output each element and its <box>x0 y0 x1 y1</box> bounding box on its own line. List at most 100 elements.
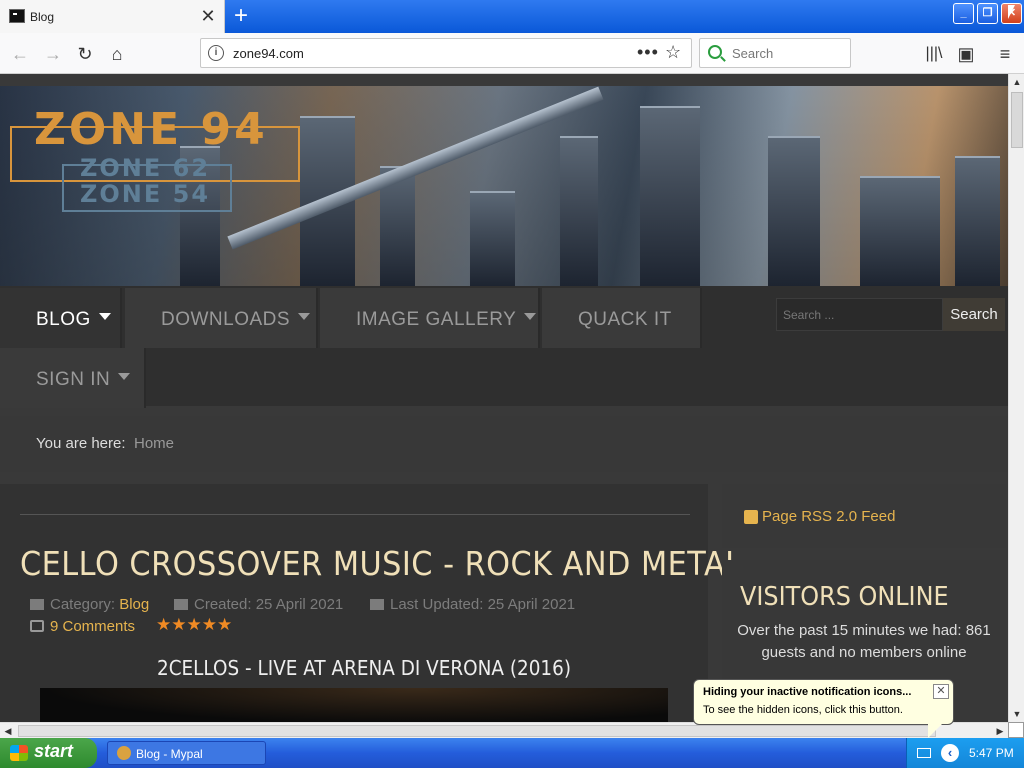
building-shape <box>640 106 700 286</box>
arrow-back-icon[interactable]: ← <box>8 42 32 66</box>
visitors-text: Over the past 15 minutes we had: 861 gue… <box>737 622 991 661</box>
caret-down-icon <box>118 373 131 380</box>
nav-label: IMAGE GALLERY <box>356 309 517 330</box>
search-icon <box>708 45 722 59</box>
bookmark-star-icon[interactable]: ☆ <box>665 42 681 63</box>
start-label: start <box>34 741 74 761</box>
video-player[interactable] <box>40 688 668 722</box>
url-bar[interactable]: i zone94.com ••• ☆ <box>200 38 692 68</box>
nav-item-quack-it[interactable]: QUACK IT <box>542 288 702 348</box>
nav-item-blog[interactable]: BLOG <box>0 288 122 348</box>
caret-down-icon <box>98 313 111 320</box>
site-logo[interactable]: ZONE 94 <box>34 104 268 155</box>
breadcrumb-label: You are here: <box>36 435 126 452</box>
menu-icon[interactable]: ≡ <box>993 42 1017 66</box>
notification-balloon[interactable]: Hiding your inactive notification icons.… <box>693 679 954 738</box>
divider <box>20 514 690 515</box>
terminal-favicon-icon <box>9 9 25 23</box>
mouse-cursor-icon <box>1008 5 1015 19</box>
scroll-thumb[interactable] <box>1011 92 1023 148</box>
mypal-icon <box>117 746 131 760</box>
article-category: Category: Blog <box>30 596 149 613</box>
article-updated: Last Updated: 25 April 2021 <box>370 596 575 613</box>
taskbar: start Blog - Mypal ‹ 5:47 PM <box>0 738 1024 768</box>
nav-item-sign-in[interactable]: SIGN IN <box>0 348 146 408</box>
scroll-thumb[interactable] <box>18 725 936 737</box>
rss-module: Page RSS 2.0 Feed <box>722 484 1006 548</box>
vertical-scrollbar[interactable]: ▲ ▼ <box>1008 74 1024 722</box>
library-icon[interactable]: |||\ <box>922 42 946 66</box>
caret-down-icon <box>524 313 537 320</box>
caret-down-icon <box>298 313 311 320</box>
browser-titlebar: Blog ✕ + _ ❐ ✕ <box>0 0 1024 33</box>
scroll-left-arrow-icon[interactable]: ◀ <box>0 723 16 739</box>
home-icon[interactable]: ⌂ <box>105 42 129 66</box>
url-text[interactable]: zone94.com <box>233 46 304 61</box>
visitors-title: VISITORS ONLINE <box>740 582 949 612</box>
site-banner: ZONE 94 ZONE 62 ZONE 54 <box>0 86 1008 286</box>
keyboard-icon[interactable] <box>917 748 931 758</box>
taskbar-item-blog[interactable]: Blog - Mypal <box>107 741 266 765</box>
arrow-forward-icon[interactable]: → <box>41 42 65 66</box>
article-created: Created: 25 April 2021 <box>174 596 343 613</box>
site-logo-line3: ZONE 54 <box>80 180 211 208</box>
article-title[interactable]: CELLO CROSSOVER MUSIC - ROCK AND METAL <box>20 544 743 583</box>
scroll-up-arrow-icon[interactable]: ▲ <box>1009 74 1024 90</box>
rating-stars[interactable]: ★★★★★ <box>156 615 232 635</box>
site-navbar: BLOG DOWNLOADS IMAGE GALLERY QUACK IT SI… <box>0 286 1008 408</box>
comment-icon <box>30 620 44 632</box>
building-shape <box>955 156 1000 286</box>
building-shape <box>768 136 820 286</box>
nav-label: BLOG <box>36 309 91 330</box>
tab-close-button[interactable]: ✕ <box>198 6 218 26</box>
balloon-body: To see the hidden icons, click this butt… <box>703 704 903 716</box>
nav-label: SIGN IN <box>36 369 111 390</box>
breadcrumb-home: Home <box>134 435 175 452</box>
site-search-input[interactable]: Search ... <box>776 298 943 331</box>
comments-count: 9 Comments <box>50 618 136 635</box>
comments-link[interactable]: 9 Comments <box>30 618 135 635</box>
balloon-title: Hiding your inactive notification icons.… <box>703 686 912 698</box>
restore-button[interactable]: ❐ <box>977 3 998 24</box>
balloon-close-button[interactable]: ✕ <box>933 684 949 699</box>
sidebar-icon[interactable]: ▣ <box>954 42 978 66</box>
nav-item-downloads[interactable]: DOWNLOADS <box>125 288 318 348</box>
reload-icon[interactable]: ↻ <box>73 42 97 66</box>
new-tab-button[interactable]: + <box>230 4 252 28</box>
show-hidden-icons-button[interactable]: ‹ <box>941 744 959 762</box>
rss-icon <box>744 510 758 524</box>
screen: Blog ✕ + _ ❐ ✕ ← → ↻ ⌂ i zone94.com ••• … <box>0 0 1024 768</box>
browser-tab[interactable]: Blog ✕ <box>0 0 225 33</box>
taskbar-item-label: Blog - Mypal <box>136 747 203 761</box>
start-button[interactable]: start <box>0 738 97 768</box>
tab-title: Blog <box>30 10 55 24</box>
calendar-icon <box>174 599 188 610</box>
category-label: Category: <box>50 596 116 613</box>
site-logo-line2: ZONE 62 <box>80 154 211 182</box>
browser-search-input[interactable]: Search <box>699 38 851 68</box>
building-shape <box>470 191 515 286</box>
nav-item-image-gallery[interactable]: IMAGE GALLERY <box>320 288 540 348</box>
building-shape <box>560 136 598 286</box>
windows-logo-icon <box>10 745 28 761</box>
building-shape <box>860 176 940 286</box>
site-info-icon[interactable]: i <box>208 45 224 61</box>
category-link[interactable]: Blog <box>119 596 149 613</box>
nav-label: DOWNLOADS <box>161 309 291 330</box>
scroll-corner <box>1008 722 1024 738</box>
created-date: Created: 25 April 2021 <box>194 596 344 613</box>
minimize-button[interactable]: _ <box>953 3 974 24</box>
nav-toolbar: ← → ↻ ⌂ i zone94.com ••• ☆ Search |||\ ▣… <box>0 33 1024 74</box>
article-column: CELLO CROSSOVER MUSIC - ROCK AND METAL C… <box>0 484 742 722</box>
breadcrumb: You are here: Home <box>0 416 1008 472</box>
rss-link[interactable]: Page RSS 2.0 Feed <box>762 508 895 525</box>
site-search-button[interactable]: Search <box>943 298 1005 331</box>
calendar-icon <box>370 599 384 610</box>
folder-icon <box>30 599 44 610</box>
clock[interactable]: 5:47 PM <box>969 746 1014 760</box>
nav-label: QUACK IT <box>578 309 672 330</box>
scroll-right-arrow-icon[interactable]: ▶ <box>992 723 1008 739</box>
video-title: 2CELLOS - LIVE AT ARENA DI VERONA (2016) <box>157 656 572 680</box>
page-actions-menu-icon[interactable]: ••• <box>637 42 659 63</box>
scroll-down-arrow-icon[interactable]: ▼ <box>1009 706 1024 722</box>
